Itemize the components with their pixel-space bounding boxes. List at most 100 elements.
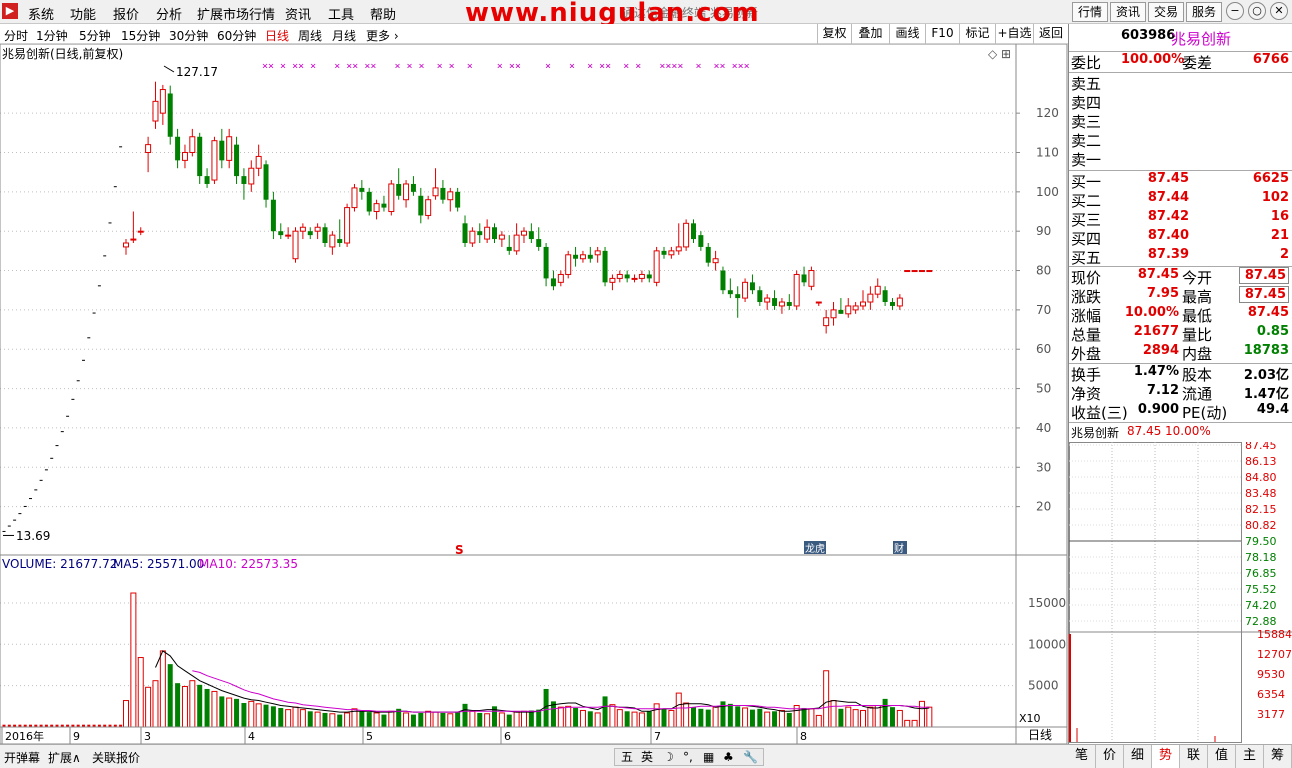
ime-moon-icon[interactable]: ☽ xyxy=(663,749,674,765)
period-daily[interactable]: 日线 xyxy=(265,27,289,44)
right-tab-7[interactable]: 筹 xyxy=(1264,745,1292,768)
kline-chart[interactable]: 20 30 40 50 60 70 80 90 100 110 120 5000 10000 15000 2… xyxy=(0,44,1068,744)
candle-body xyxy=(852,305,859,311)
menu-news[interactable]: 资讯 xyxy=(285,4,311,23)
candle-body xyxy=(137,230,144,233)
menu-help[interactable]: 帮助 xyxy=(370,4,396,23)
candle-body xyxy=(219,140,225,161)
candle-body xyxy=(889,302,895,306)
right-tab-1[interactable]: 价 xyxy=(1096,745,1124,768)
period-5min[interactable]: 5分钟 xyxy=(79,27,111,44)
volume-bar xyxy=(882,698,888,727)
volume-bar xyxy=(838,708,844,727)
period-15min[interactable]: 15分钟 xyxy=(121,27,160,44)
volume-bar xyxy=(322,712,328,727)
f10-button[interactable]: F10 xyxy=(925,24,959,44)
candle-body xyxy=(175,136,181,161)
candle-body xyxy=(492,227,497,240)
period-more[interactable]: 更多 › xyxy=(366,27,399,44)
volume-bar xyxy=(152,680,159,728)
volume-bar xyxy=(815,714,822,728)
ime-skin-icon[interactable]: ♣ xyxy=(723,749,734,765)
mini-intraday-chart[interactable]: 87.45 86.13 84.80 83.48 82.15 80.82 79.50 78.18… xyxy=(1069,442,1292,744)
s-marker[interactable]: S xyxy=(455,543,464,557)
fund-label: 换手 xyxy=(1071,366,1102,384)
period-monthly[interactable]: 月线 xyxy=(332,27,356,44)
related-quote-button[interactable]: 关联报价 xyxy=(92,749,140,766)
right-tab-0[interactable]: 笔 xyxy=(1068,745,1096,768)
close-icon[interactable]: ✕ xyxy=(1270,2,1288,20)
menu-quote[interactable]: 报价 xyxy=(113,4,139,23)
finance-marker[interactable]: 财 xyxy=(894,542,904,555)
back-button[interactable]: 返回 xyxy=(1033,24,1068,44)
overlay-button[interactable]: 叠加 xyxy=(851,24,889,44)
volume-bar xyxy=(520,710,527,728)
right-tab-2[interactable]: 细 xyxy=(1124,745,1152,768)
period-60min[interactable]: 60分钟 xyxy=(217,27,256,44)
volume-bar xyxy=(204,688,210,727)
volume-bar xyxy=(425,710,432,728)
right-tab-4[interactable]: 联 xyxy=(1180,745,1208,768)
menu-function[interactable]: 功能 xyxy=(70,4,96,23)
period-30min[interactable]: 30分钟 xyxy=(169,27,208,44)
candle-body xyxy=(307,231,313,236)
mark-button[interactable]: 标记 xyxy=(959,24,995,44)
price-tick-label: 100 xyxy=(1036,185,1059,199)
candle-body xyxy=(720,270,726,291)
candle-body xyxy=(469,230,476,244)
menu-tools[interactable]: 工具 xyxy=(328,4,354,23)
fund-value-2: 2.03亿 xyxy=(1243,368,1289,383)
ime-toolbar[interactable]: 五 英 ☽ °, ▦ ♣ 🔧 xyxy=(614,748,764,766)
right-tab-6[interactable]: 主 xyxy=(1236,745,1264,768)
right-tab-5[interactable]: 值 xyxy=(1208,745,1236,768)
ime-punct-icon[interactable]: °, xyxy=(683,749,693,765)
dragon-tiger-marker[interactable]: 龙虎 xyxy=(805,542,825,555)
volume-bar xyxy=(241,703,247,727)
draw-line-button[interactable]: 画线 xyxy=(889,24,925,44)
volume-bar xyxy=(772,711,778,727)
period-1min[interactable]: 1分钟 xyxy=(36,27,68,44)
zoom-x10-label[interactable]: X10 xyxy=(1019,712,1041,725)
bid-label: 买四 xyxy=(1071,230,1102,248)
menu-analysis[interactable]: 分析 xyxy=(156,4,182,23)
top-button-quotes[interactable]: 行情 xyxy=(1072,2,1108,22)
ime-wubi-icon[interactable]: 五 xyxy=(621,749,633,765)
ma10-line xyxy=(192,670,930,713)
price-tick-label: 20 xyxy=(1036,500,1051,514)
candle-body xyxy=(712,258,719,264)
period-weekly[interactable]: 周线 xyxy=(298,27,322,44)
quote-panel: 603986 兆易创新 委比 100.00% 委差 6766 兆易创新 87.4… xyxy=(1068,24,1292,744)
right-tab-3[interactable]: 势 xyxy=(1152,745,1180,768)
candle-body xyxy=(550,278,556,287)
menu-extended-market[interactable]: 扩展市场行情 xyxy=(197,4,275,23)
bid-volume: 102 xyxy=(1261,190,1289,205)
volume-bar xyxy=(889,707,895,727)
danmaku-button[interactable]: 开弹幕 xyxy=(4,749,40,766)
bid-row: 买二 87.44 102 xyxy=(1069,190,1292,210)
top-button-trade[interactable]: 交易 xyxy=(1148,2,1184,22)
top-button-news[interactable]: 资讯 xyxy=(1110,2,1146,22)
ime-english-icon[interactable]: 英 xyxy=(641,749,653,765)
ime-settings-icon[interactable]: 🔧 xyxy=(743,749,758,765)
add-watchlist-button[interactable]: +自选 xyxy=(995,24,1033,44)
candle-body xyxy=(477,231,483,236)
candle-body xyxy=(425,199,432,216)
fund-value-2: 49.4 xyxy=(1256,402,1289,417)
tdx-app-window: ▶ 系统 功能 报价 分析 扩展市场行情 资讯 工具 帮助 通达信金融终端 兆易… xyxy=(0,0,1292,768)
minimize-icon[interactable]: − xyxy=(1226,2,1244,20)
menu-system[interactable]: 系统 xyxy=(28,4,54,23)
volume-pane xyxy=(2,592,933,728)
stock-code: 603986 xyxy=(1121,28,1176,43)
weibi-label: 委比 xyxy=(1071,54,1102,72)
volume-bar xyxy=(646,711,652,727)
adjust-button[interactable]: 复权 xyxy=(817,24,851,44)
extend-button[interactable]: 扩展∧ xyxy=(48,749,81,766)
top-button-service[interactable]: 服务 xyxy=(1186,2,1222,22)
volume-bar xyxy=(904,719,911,728)
ime-keyboard-icon[interactable]: ▦ xyxy=(703,749,714,765)
price-tick-label: 110 xyxy=(1036,145,1059,159)
candle-body xyxy=(609,277,616,283)
chart-corner-icon[interactable]: ◇ ⊞ xyxy=(988,47,1011,61)
restore-icon[interactable]: ○ xyxy=(1248,2,1266,20)
period-minute-time[interactable]: 分时 xyxy=(4,27,28,44)
